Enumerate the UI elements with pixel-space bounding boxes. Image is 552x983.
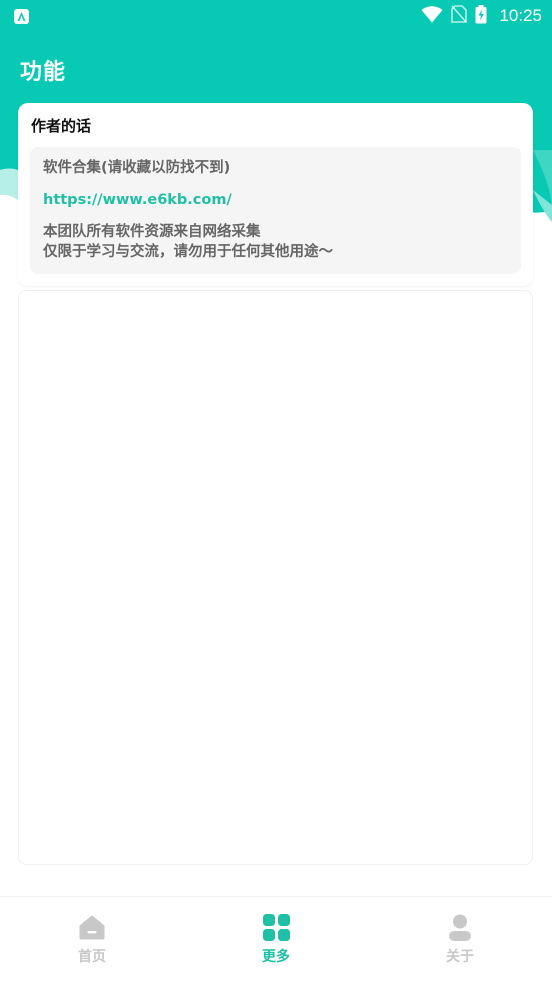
app-notification-icon: [14, 8, 29, 24]
person-icon: [446, 913, 474, 941]
nav-item-home[interactable]: 首页: [0, 897, 184, 983]
disclaimer-text: 本团队所有软件资源来自网络采集 仅限于学习与交流，请勿用于任何其他用途～: [43, 222, 508, 262]
wifi-icon: [421, 5, 443, 27]
nav-label-more: 更多: [262, 949, 290, 965]
no-sim-icon: [451, 5, 468, 27]
nav-item-about[interactable]: 关于: [368, 897, 552, 983]
collection-heading: 软件合集(请收藏以防找不到): [43, 160, 231, 176]
status-bar: 10:25: [0, 0, 552, 32]
disclaimer-line-1: 本团队所有软件资源来自网络采集: [43, 224, 261, 240]
website-link[interactable]: https://www.e6kb.com/: [43, 190, 508, 210]
nav-label-about: 关于: [446, 949, 474, 965]
disclaimer-line-2: 仅限于学习与交流，请勿用于任何其他用途～: [43, 244, 333, 260]
home-icon: [78, 913, 106, 941]
author-card-body: 软件合集(请收藏以防找不到) https://www.e6kb.com/ 本团队…: [30, 147, 521, 274]
nav-label-home: 首页: [78, 949, 106, 965]
status-time: 10:25: [499, 6, 542, 25]
nav-item-more[interactable]: 更多: [184, 897, 368, 983]
grid-icon: [262, 913, 290, 941]
author-card: 作者的话 软件合集(请收藏以防找不到) https://www.e6kb.com…: [18, 103, 533, 286]
bottom-navigation: 首页 更多 关于: [0, 896, 552, 983]
battery-charging-icon: [475, 4, 487, 28]
page-title: 功能: [20, 60, 67, 85]
author-card-title: 作者的话: [31, 117, 92, 135]
content-panel: [18, 290, 533, 865]
